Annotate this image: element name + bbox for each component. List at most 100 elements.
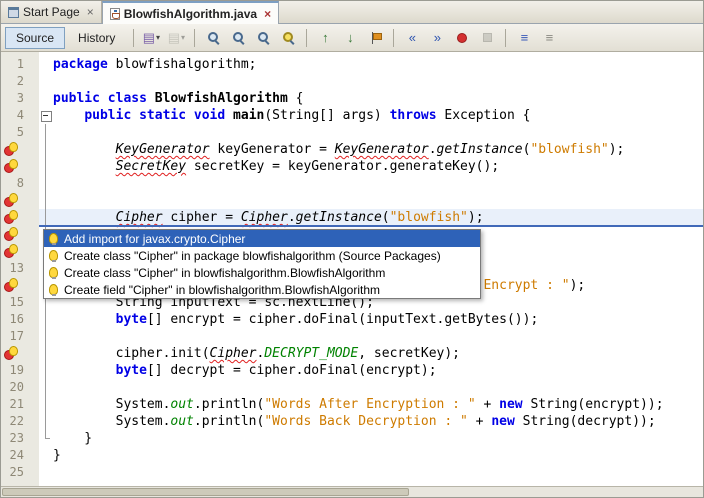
close-tab-icon[interactable]: × (87, 6, 94, 18)
code-line-10[interactable]: Cipher cipher = Cipher.getInstance("blow… (1, 209, 703, 227)
source-view-button[interactable]: Source (5, 26, 66, 49)
go-back-icon: ▤ (167, 30, 181, 45)
code-line-4[interactable]: 4 public static void main(String[] args)… (1, 107, 703, 124)
line-number[interactable]: 25 (1, 464, 39, 481)
code-editor[interactable]: 1 package blowfishalgorithm; 2 3 public clas… (1, 52, 703, 486)
line-number[interactable]: 22 (1, 413, 39, 430)
code-line-7[interactable]: SecretKey secretKey = keyGenerator.gener… (1, 158, 703, 175)
gutter-annotation[interactable] (1, 345, 39, 362)
line-number[interactable]: 24 (1, 447, 39, 464)
shift-line-left-button[interactable]: « (400, 27, 424, 49)
code-line-2[interactable]: 2 (1, 73, 703, 90)
line-number[interactable]: 21 (1, 396, 39, 413)
error-hint-icon[interactable] (4, 142, 18, 156)
gutter-annotation[interactable] (1, 277, 39, 294)
next-bookmark-icon: ↓ (347, 30, 354, 45)
error-hint-icon[interactable] (4, 159, 18, 173)
fold-collapse-box[interactable] (39, 107, 53, 124)
shift-line-right-button[interactable]: » (425, 27, 449, 49)
code-line-23[interactable]: 23 } (1, 430, 703, 447)
stop-macro-recording-button[interactable] (475, 27, 499, 49)
toggle-highlight-search-button[interactable] (276, 27, 300, 49)
code-line-9[interactable] (1, 192, 703, 209)
fold-column (39, 56, 53, 73)
error-hint-icon[interactable] (4, 210, 18, 224)
find-selection-button[interactable] (201, 27, 225, 49)
line-number[interactable]: 8 (1, 175, 39, 192)
code-line-24[interactable]: 24} (1, 447, 703, 464)
next-bookmark-button[interactable]: ↓ (338, 27, 362, 49)
tab-blowfishalgorithm-java[interactable]: BlowfishAlgorithm.java × (101, 1, 280, 24)
hint-item-label: Create class "Cipher" in blowfishalgorit… (64, 265, 386, 280)
gutter-annotation[interactable] (1, 158, 39, 175)
line-number[interactable]: 5 (1, 124, 39, 141)
error-hint-icon[interactable] (4, 346, 18, 360)
line-number[interactable]: 16 (1, 311, 39, 328)
comment-button[interactable]: ≡ (512, 27, 536, 49)
code-line-18[interactable]: cipher.init(Cipher.DECRYPT_MODE, secretK… (1, 345, 703, 362)
line-number[interactable]: 1 (1, 56, 39, 73)
previous-bookmark-button[interactable]: ↑ (313, 27, 337, 49)
tab-label: Start Page (23, 5, 80, 19)
code-line-22[interactable]: 22 System.out.println("Words Back Decryp… (1, 413, 703, 430)
code-line-25[interactable]: 25 (1, 464, 703, 481)
fold-column (39, 90, 53, 107)
line-number[interactable]: 19 (1, 362, 39, 379)
tab-start-page[interactable]: Start Page × (1, 1, 102, 23)
code-line-5[interactable]: 5 (1, 124, 703, 141)
error-hint-icon[interactable] (4, 193, 18, 207)
code-line-17[interactable]: 17 (1, 328, 703, 345)
gutter-annotation[interactable] (1, 209, 39, 226)
code-line-1[interactable]: 1 package blowfishalgorithm; (1, 56, 703, 73)
gutter-annotation[interactable] (1, 141, 39, 158)
code-line-8[interactable]: 8 (1, 175, 703, 192)
code-line-16[interactable]: 16 byte[] encrypt = cipher.doFinal(input… (1, 311, 703, 328)
fold-column (39, 158, 53, 175)
fold-column (39, 379, 53, 396)
line-number[interactable]: 15 (1, 294, 39, 311)
line-number[interactable]: 3 (1, 90, 39, 107)
toolbar-separator (133, 28, 135, 47)
gutter-annotation[interactable] (1, 226, 39, 243)
hint-item-add-import[interactable]: Add import for javax.crypto.Cipher (44, 230, 480, 247)
gutter-annotation[interactable] (1, 192, 39, 209)
gutter-annotation[interactable] (1, 243, 39, 260)
line-number[interactable]: 20 (1, 379, 39, 396)
hint-item-create-class-in-class[interactable]: Create class "Cipher" in blowfishalgorit… (44, 264, 480, 281)
code-line-19[interactable]: 19 byte[] decrypt = cipher.doFinal(encry… (1, 362, 703, 379)
fold-column (39, 73, 53, 90)
find-previous-occurrence-button[interactable] (251, 27, 275, 49)
error-hint-icon[interactable] (4, 227, 18, 241)
hint-item-create-field[interactable]: Create field "Cipher" in blowfishalgorit… (44, 281, 480, 298)
go-back-button[interactable]: ▤ ▾ (164, 27, 188, 49)
scrollbar-thumb[interactable] (2, 488, 410, 496)
editor-toolbar: Source History ▤ ▾ ▤ ▾ ↑ ↓ « » ≡ ≡ (1, 24, 703, 52)
start-macro-recording-button[interactable] (450, 27, 474, 49)
shift-line-left-icon: « (408, 30, 416, 45)
fold-column (39, 192, 53, 209)
line-number[interactable]: 2 (1, 73, 39, 90)
line-number[interactable]: 13 (1, 260, 39, 277)
start-page-icon (8, 6, 19, 18)
line-number[interactable]: 17 (1, 328, 39, 345)
line-number[interactable]: 4 (1, 107, 39, 124)
netbeans-editor-window: Start Page × BlowfishAlgorithm.java × So… (0, 0, 704, 498)
toggle-bookmark-button[interactable] (363, 27, 387, 49)
error-hint-icon[interactable] (4, 278, 18, 292)
uncomment-button[interactable]: ≡ (537, 27, 561, 49)
code-text: KeyGenerator keyGenerator = KeyGenerator… (115, 142, 625, 157)
code-line-6[interactable]: KeyGenerator keyGenerator = KeyGenerator… (1, 141, 703, 158)
history-view-button[interactable]: History (67, 27, 126, 49)
last-edited-button[interactable]: ▤ ▾ (139, 27, 163, 49)
horizontal-scrollbar[interactable] (1, 486, 703, 497)
lightbulb-icon (49, 250, 58, 262)
code-line-20[interactable]: 20 (1, 379, 703, 396)
code-line-3[interactable]: 3 public class BlowfishAlgorithm { (1, 90, 703, 107)
code-line-21[interactable]: 21 System.out.println("Words After Encry… (1, 396, 703, 413)
error-hint-icon[interactable] (4, 244, 18, 258)
line-number[interactable]: 23 (1, 430, 39, 447)
close-tab-icon[interactable]: × (264, 8, 271, 20)
hint-item-create-class-in-package[interactable]: Create class "Cipher" in package blowfis… (44, 247, 480, 264)
find-next-occurrence-button[interactable] (226, 27, 250, 49)
